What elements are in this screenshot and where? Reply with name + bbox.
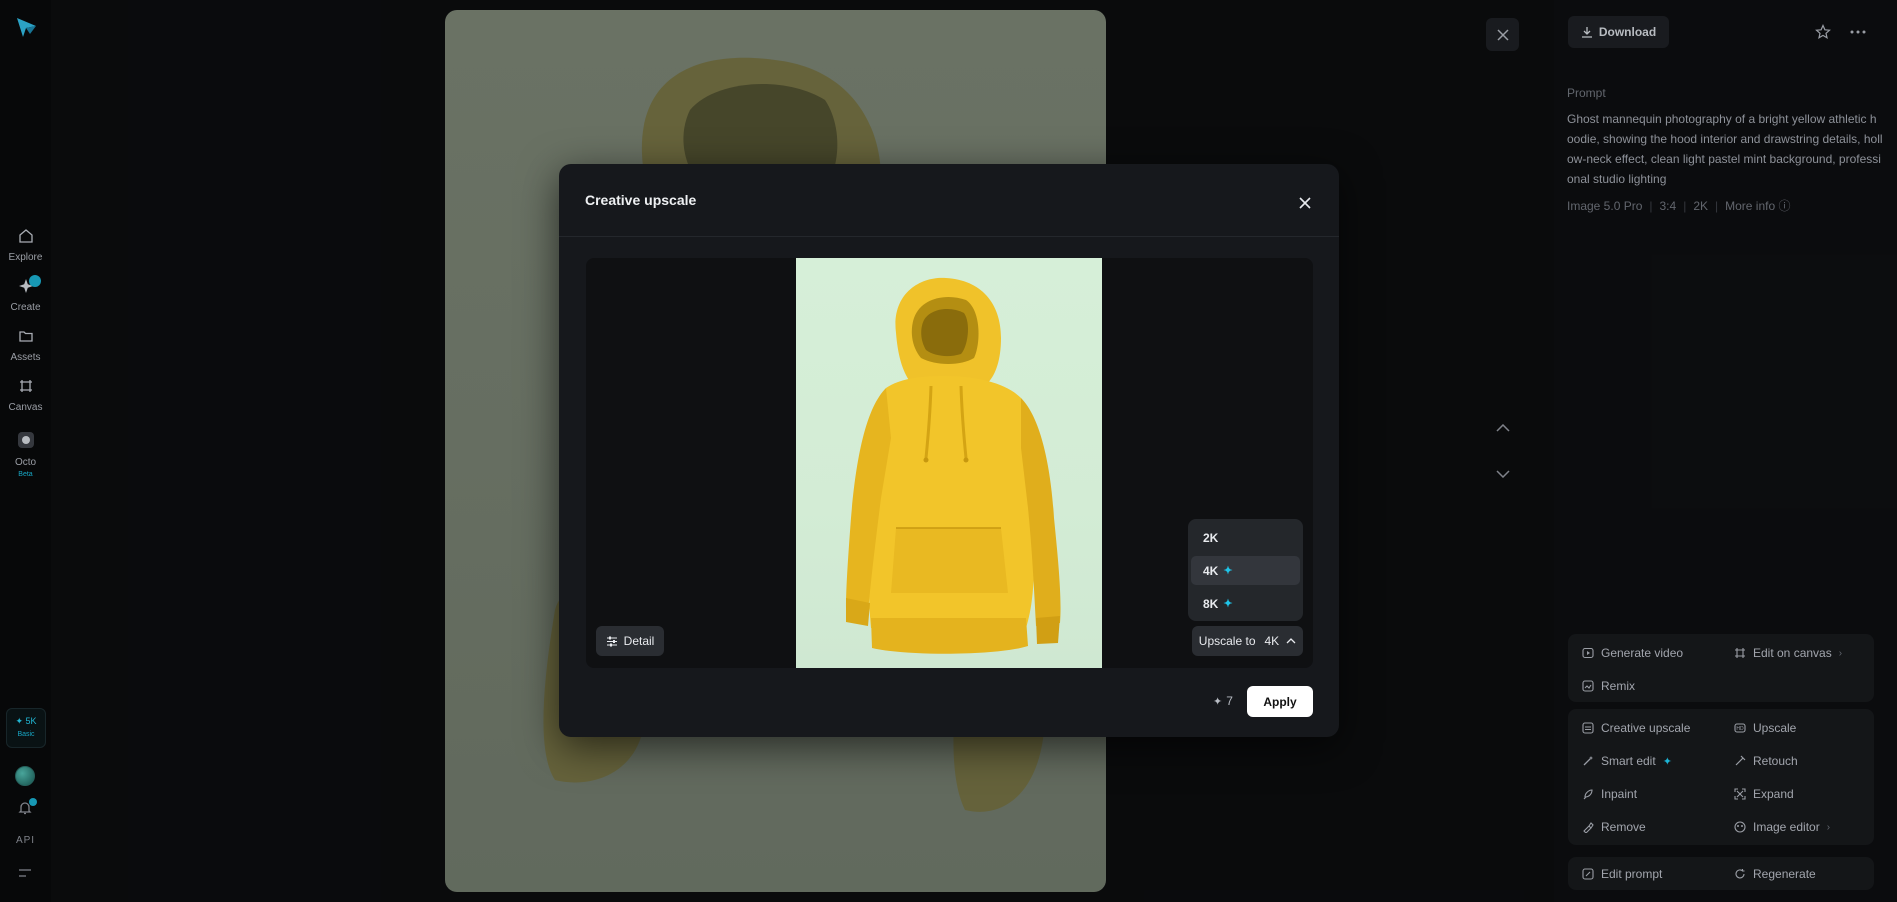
upscale-to-select[interactable]: Upscale to 4K <box>1192 626 1303 656</box>
upscale-resolution-dropdown: 2K 4K ✦ 8K ✦ <box>1188 519 1303 621</box>
modal-title: Creative upscale <box>585 192 697 208</box>
detail-button[interactable]: Detail <box>596 626 664 656</box>
option-4k[interactable]: 4K ✦ <box>1191 556 1300 585</box>
modal-divider <box>559 236 1339 237</box>
credit-icon: ✦ <box>1213 695 1223 708</box>
option-2k[interactable]: 2K <box>1191 523 1300 552</box>
preview-area: 2K 4K ✦ 8K ✦ Detail Upscale to 4K <box>586 258 1313 668</box>
apply-button[interactable]: Apply <box>1247 686 1313 717</box>
upscale-prefix: Upscale to <box>1198 634 1256 648</box>
close-icon <box>1299 197 1311 209</box>
upscale-value: 4K <box>1264 634 1280 648</box>
premium-sparkle-icon: ✦ <box>1223 598 1233 610</box>
credit-cost: ✦ 7 <box>1213 694 1233 708</box>
sliders-icon <box>606 636 617 646</box>
hoodie-preview-photo <box>846 277 1061 654</box>
chevron-up-icon <box>1286 638 1296 644</box>
option-8k[interactable]: 8K ✦ <box>1191 589 1300 618</box>
preview-image <box>796 258 1102 668</box>
detail-label: Detail <box>623 634 655 648</box>
creative-upscale-modal: Creative upscale 2K 4K ✦ 8K ✦ Detail Ups… <box>559 164 1339 737</box>
modal-close-button[interactable] <box>1295 193 1315 213</box>
premium-sparkle-icon: ✦ <box>1223 565 1233 577</box>
